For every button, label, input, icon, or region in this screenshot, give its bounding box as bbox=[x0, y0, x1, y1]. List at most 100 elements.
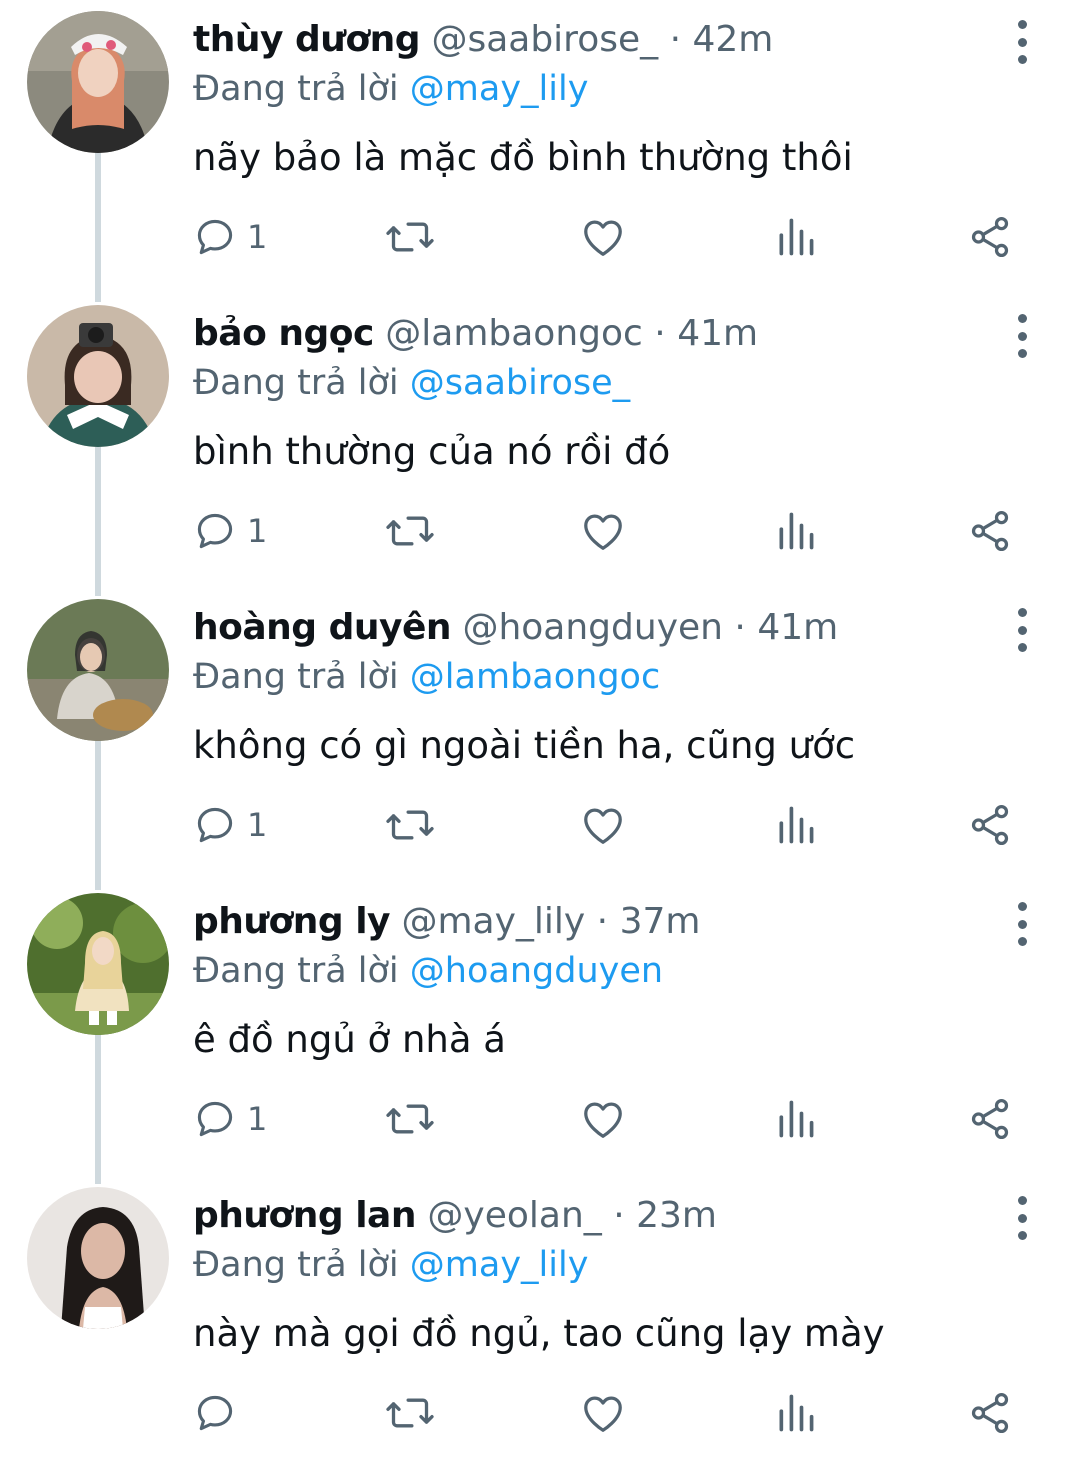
tweet-phuong-lan[interactable]: phương lan @yeolan_ · 23m Đang trả lời @… bbox=[0, 1176, 1080, 1470]
timestamp[interactable]: 41m bbox=[757, 607, 838, 648]
like-button[interactable] bbox=[580, 1388, 626, 1438]
replying-to-label: Đang trả lời bbox=[193, 363, 399, 403]
timestamp[interactable]: 42m bbox=[692, 19, 773, 60]
reply-button[interactable]: 1 bbox=[193, 1094, 267, 1144]
reply-count: 1 bbox=[247, 218, 268, 256]
more-options-button[interactable] bbox=[1004, 18, 1040, 66]
reply-thread: thùy dương @saabirose_ · 42m Đang trả lờ… bbox=[0, 0, 1080, 1452]
display-name[interactable]: phương lan bbox=[193, 1195, 416, 1236]
share-button[interactable] bbox=[967, 800, 1013, 850]
more-options-button[interactable] bbox=[1004, 1194, 1040, 1242]
reply-icon bbox=[197, 219, 233, 255]
timestamp[interactable]: 37m bbox=[620, 901, 701, 942]
reply-button[interactable]: 1 bbox=[193, 212, 267, 262]
retweet-icon bbox=[386, 1398, 434, 1428]
replying-to-mention[interactable]: @may_lily bbox=[410, 1245, 589, 1285]
like-button[interactable] bbox=[580, 1094, 626, 1144]
more-options-button[interactable] bbox=[1004, 606, 1040, 654]
tweet-header: phương lan @yeolan_ · 23m bbox=[193, 1190, 717, 1242]
share-button[interactable] bbox=[967, 1094, 1013, 1144]
retweet-button[interactable] bbox=[384, 1094, 436, 1144]
more-icon-dot bbox=[1017, 20, 1027, 29]
tweet-actions: 1 bbox=[0, 212, 1080, 262]
user-handle[interactable]: @lambaongoc bbox=[385, 313, 643, 354]
views-button[interactable] bbox=[774, 506, 818, 556]
more-options-button[interactable] bbox=[1004, 900, 1040, 948]
avatar[interactable] bbox=[27, 305, 169, 447]
more-icon-dot bbox=[1017, 919, 1027, 929]
retweet-button[interactable] bbox=[384, 506, 436, 556]
views-button[interactable] bbox=[774, 800, 818, 850]
share-button[interactable] bbox=[967, 1388, 1013, 1438]
views-icon bbox=[779, 512, 814, 550]
replying-to-mention[interactable]: @lambaongoc bbox=[410, 657, 660, 697]
like-icon bbox=[584, 220, 622, 256]
share-icon bbox=[971, 804, 1009, 846]
tweet-header: thùy dương @saabirose_ · 42m bbox=[193, 14, 773, 66]
user-handle[interactable]: @yeolan_ bbox=[427, 1195, 601, 1236]
tweet-actions bbox=[0, 1388, 1080, 1438]
user-handle[interactable]: @saabirose_ bbox=[431, 19, 658, 60]
tweet-phuong-ly[interactable]: phương ly @may_lily · 37m Đang trả lời @… bbox=[0, 882, 1080, 1184]
tweet-thuy-duong[interactable]: thùy dương @saabirose_ · 42m Đang trả lờ… bbox=[0, 0, 1080, 302]
like-button[interactable] bbox=[580, 212, 626, 262]
replying-to-mention[interactable]: @hoangduyen bbox=[410, 951, 663, 991]
reply-icon bbox=[197, 1395, 233, 1431]
replying-to-mention[interactable]: @may_lily bbox=[410, 69, 589, 109]
views-button[interactable] bbox=[774, 1388, 818, 1438]
views-button[interactable] bbox=[774, 212, 818, 262]
retweet-button[interactable] bbox=[384, 800, 436, 850]
views-button[interactable] bbox=[774, 1094, 818, 1144]
replying-to: Đang trả lời @lambaongoc bbox=[193, 652, 660, 702]
replying-to-mention[interactable]: @saabirose_ bbox=[410, 363, 630, 403]
views-icon bbox=[779, 1100, 814, 1138]
share-icon bbox=[971, 510, 1009, 552]
separator-dot: · bbox=[734, 607, 746, 648]
display-name[interactable]: phương ly bbox=[193, 901, 391, 942]
user-handle[interactable]: @hoangduyen bbox=[462, 607, 723, 648]
display-name[interactable]: hoàng duyên bbox=[193, 607, 452, 648]
tweet-text: ê đồ ngủ ở nhà á bbox=[193, 1018, 506, 1061]
separator-dot: · bbox=[654, 313, 666, 354]
display-name[interactable]: bảo ngọc bbox=[193, 313, 374, 354]
retweet-button[interactable] bbox=[384, 212, 436, 262]
avatar-image bbox=[27, 1187, 169, 1329]
reply-count: 1 bbox=[247, 512, 268, 550]
tweet-hoang-duyen[interactable]: hoàng duyên @hoangduyen · 41m Đang trả l… bbox=[0, 588, 1080, 890]
retweet-icon bbox=[386, 810, 434, 840]
more-icon-dot bbox=[1017, 55, 1027, 64]
avatar[interactable] bbox=[27, 893, 169, 1035]
replying-to: Đang trả lời @may_lily bbox=[193, 64, 588, 114]
avatar[interactable] bbox=[27, 599, 169, 741]
replying-to-label: Đang trả lời bbox=[193, 1245, 399, 1285]
replying-to-label: Đang trả lời bbox=[193, 69, 399, 109]
retweet-icon bbox=[386, 516, 434, 546]
share-button[interactable] bbox=[967, 506, 1013, 556]
separator-dot: · bbox=[613, 1195, 625, 1236]
avatar[interactable] bbox=[27, 11, 169, 153]
timestamp[interactable]: 23m bbox=[636, 1195, 717, 1236]
tweet-header: phương ly @may_lily · 37m bbox=[193, 896, 700, 948]
tweet-bao-ngoc[interactable]: bảo ngọc @lambaongoc · 41m Đang trả lời … bbox=[0, 294, 1080, 596]
reply-count: 1 bbox=[247, 1100, 268, 1138]
like-button[interactable] bbox=[580, 800, 626, 850]
more-icon-dot bbox=[1017, 902, 1027, 911]
views-icon bbox=[779, 218, 814, 256]
tweet-header: bảo ngọc @lambaongoc · 41m bbox=[193, 308, 758, 360]
avatar-image bbox=[27, 305, 169, 447]
like-icon bbox=[584, 808, 622, 844]
separator-dot: · bbox=[596, 901, 609, 942]
more-options-button[interactable] bbox=[1004, 312, 1040, 360]
timestamp[interactable]: 41m bbox=[677, 313, 758, 354]
reply-button[interactable]: 1 bbox=[193, 506, 267, 556]
tweet-text: không có gì ngoài tiền ha, cũng ước bbox=[193, 724, 856, 767]
display-name[interactable]: thùy dương bbox=[193, 19, 421, 60]
user-handle[interactable]: @may_lily bbox=[401, 901, 585, 942]
like-button[interactable] bbox=[580, 506, 626, 556]
reply-button[interactable] bbox=[193, 1388, 247, 1438]
avatar[interactable] bbox=[27, 1187, 169, 1329]
retweet-button[interactable] bbox=[384, 1388, 436, 1438]
share-icon bbox=[971, 1392, 1009, 1434]
share-button[interactable] bbox=[967, 212, 1013, 262]
reply-button[interactable]: 1 bbox=[193, 800, 267, 850]
